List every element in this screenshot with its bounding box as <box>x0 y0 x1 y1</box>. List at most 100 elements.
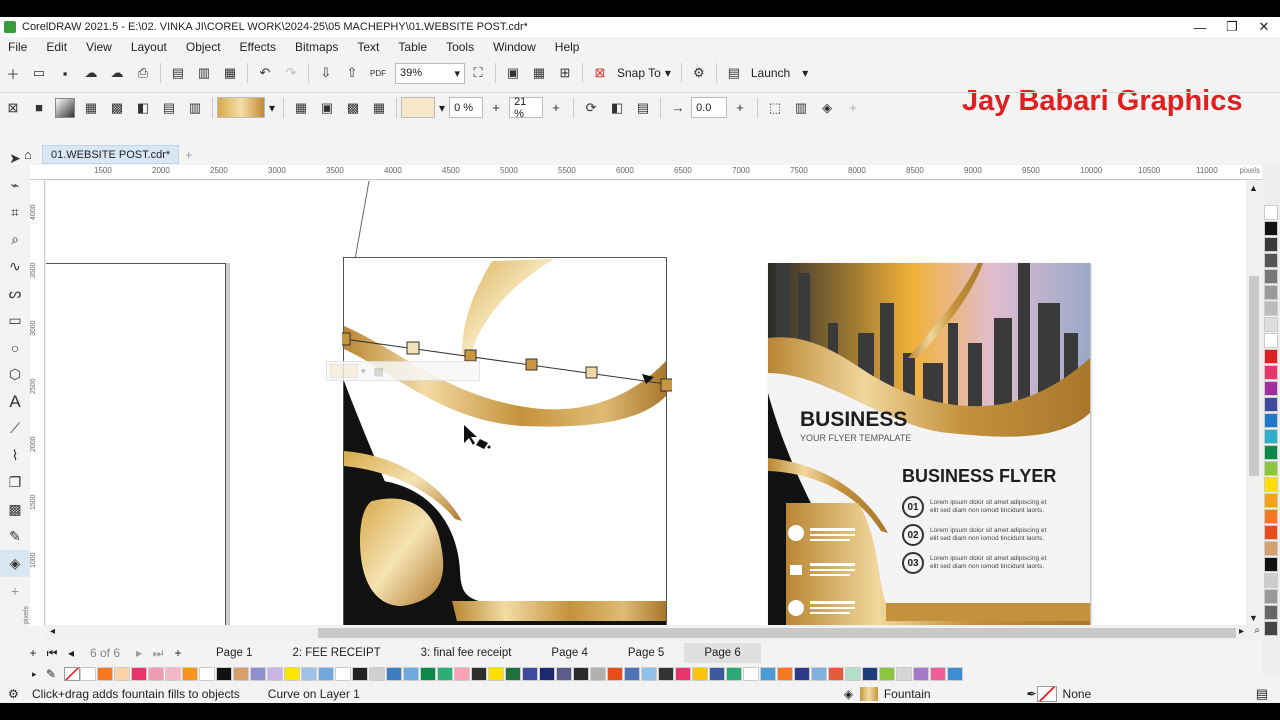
two-color-pattern-icon[interactable]: ◧ <box>133 98 153 118</box>
page-tab[interactable]: Page 1 <box>196 643 272 663</box>
color-swatch[interactable] <box>199 667 215 681</box>
color-swatch[interactable] <box>1264 397 1278 412</box>
postscript-fill-icon[interactable]: ▥ <box>185 98 205 118</box>
color-swatch[interactable] <box>828 667 844 681</box>
horizontal-color-palette[interactable]: ▸ ✎ <box>32 665 1262 683</box>
working-artwork[interactable] <box>342 181 672 625</box>
page-tab[interactable]: 2: FEE RECEIPT <box>272 643 400 663</box>
export-icon[interactable]: ⇧ <box>342 63 362 83</box>
fill-color-node[interactable] <box>525 358 538 371</box>
document-tab[interactable]: 01.WEBSITE POST.cdr* <box>42 145 180 164</box>
cloud-upload-icon[interactable]: ☁ <box>107 63 127 83</box>
menu-layout[interactable]: Layout <box>131 40 167 54</box>
previous-page-icon[interactable]: ◂ <box>62 646 80 660</box>
dynamic-guides-icon[interactable]: ⊠ <box>590 63 610 83</box>
menu-view[interactable]: View <box>86 40 112 54</box>
color-swatch[interactable] <box>777 667 793 681</box>
color-swatch[interactable] <box>1264 269 1278 284</box>
fill-color-node[interactable] <box>585 366 598 379</box>
fill-picker[interactable] <box>217 97 265 118</box>
mirror-repeat-icon[interactable]: ◧ <box>607 98 627 118</box>
new-tab-icon[interactable]: + <box>185 148 192 162</box>
scroll-right-icon[interactable]: ▸ <box>1239 626 1244 637</box>
undo-icon[interactable]: ↶ <box>255 63 275 83</box>
text-tool-icon[interactable]: A <box>0 388 30 415</box>
cloud-download-icon[interactable]: ☁ <box>81 63 101 83</box>
add-page-end-icon[interactable]: + <box>168 646 188 660</box>
flyer-preview[interactable]: BUSINESS YOUR FLYER TEMPALATE BUSINESS F… <box>768 263 1090 625</box>
next-page-icon[interactable]: ▸ <box>130 646 148 660</box>
launch-button[interactable]: Launch <box>751 66 790 80</box>
color-swatch[interactable] <box>1264 557 1278 572</box>
transparency-tool-icon[interactable]: ▩ <box>0 496 30 523</box>
menu-file[interactable]: File <box>8 40 27 54</box>
color-swatch[interactable] <box>607 667 623 681</box>
paste-icon[interactable]: ▦ <box>220 63 240 83</box>
color-swatch[interactable] <box>386 667 402 681</box>
zoom-icon[interactable]: ⌕ <box>1254 625 1260 636</box>
interactive-fill-tool-icon[interactable]: ◈ <box>0 550 30 577</box>
last-page-icon[interactable]: ⏭ <box>148 646 168 661</box>
maximize-button[interactable]: ❐ <box>1216 17 1248 37</box>
color-swatch[interactable] <box>760 667 776 681</box>
elliptical-fountain-icon[interactable]: ▣ <box>317 98 337 118</box>
zoom-tool-icon[interactable]: ⌕ <box>0 226 30 253</box>
color-swatch[interactable] <box>505 667 521 681</box>
page-tab[interactable]: 3: final fee receipt <box>401 643 532 663</box>
color-swatch[interactable] <box>267 667 283 681</box>
color-swatch[interactable] <box>301 667 317 681</box>
connector-tool-icon[interactable]: ⌇ <box>0 442 30 469</box>
color-swatch[interactable] <box>539 667 555 681</box>
color-swatch[interactable] <box>658 667 674 681</box>
menu-tools[interactable]: Tools <box>446 40 474 54</box>
menu-text[interactable]: Text <box>357 40 379 54</box>
rectangle-tool-icon[interactable]: ▭ <box>0 307 30 334</box>
color-swatch[interactable] <box>590 667 606 681</box>
first-page-icon[interactable]: ⏮ <box>42 646 62 661</box>
page-tab[interactable]: Page 5 <box>608 643 684 663</box>
redo-icon[interactable]: ↷ <box>281 63 301 83</box>
color-swatch[interactable] <box>318 667 334 681</box>
publish-pdf-icon[interactable]: PDF <box>368 63 388 83</box>
color-swatch[interactable] <box>624 667 640 681</box>
menu-bitmaps[interactable]: Bitmaps <box>295 40 338 54</box>
drawing-canvas[interactable]: ▾ ▩ BUSINESS YOUR FLYER TEMPALATE BUSINE… <box>46 181 1248 625</box>
color-swatch[interactable] <box>1264 509 1278 524</box>
color-swatch[interactable] <box>709 667 725 681</box>
chevron-down-icon[interactable]: ▾ <box>802 66 808 80</box>
zoom-level-field[interactable]: 39% ▾ <box>395 62 465 84</box>
color-swatch[interactable] <box>1264 333 1278 348</box>
menu-edit[interactable]: Edit <box>46 40 67 54</box>
color-swatch[interactable] <box>930 667 946 681</box>
free-scale-icon[interactable]: ⬚ <box>765 98 785 118</box>
show-guidelines-icon[interactable]: ⊞ <box>555 63 575 83</box>
add-icon[interactable]: + <box>843 98 863 118</box>
color-swatch[interactable] <box>1264 429 1278 444</box>
color-swatch[interactable] <box>692 667 708 681</box>
color-swatch[interactable] <box>1264 253 1278 268</box>
fill-color-node[interactable] <box>406 341 420 355</box>
color-swatch[interactable] <box>284 667 300 681</box>
fill-bucket-icon[interactable]: ◈ <box>817 98 837 118</box>
linear-fountain-icon[interactable]: ▦ <box>291 98 311 118</box>
parallel-dimension-tool-icon[interactable]: ⟋ <box>0 415 30 442</box>
color-swatch[interactable] <box>794 667 810 681</box>
page-tab-active[interactable]: Page 6 <box>684 643 761 663</box>
color-swatch[interactable] <box>1264 381 1278 396</box>
color-swatch[interactable] <box>1264 221 1278 236</box>
vertical-ruler[interactable]: 4000 3500 3000 2500 2000 1500 1000 pixels <box>23 180 45 626</box>
color-swatch[interactable] <box>1264 445 1278 460</box>
drop-shadow-tool-icon[interactable]: ❐ <box>0 469 30 496</box>
menu-table[interactable]: Table <box>398 40 427 54</box>
vertical-color-palette[interactable] <box>1262 165 1280 675</box>
color-swatch[interactable] <box>233 667 249 681</box>
node-floating-toolbar[interactable]: ▾ ▩ <box>326 361 480 381</box>
node-color-swatch[interactable] <box>401 97 436 118</box>
page-tab[interactable]: Page 4 <box>531 643 607 663</box>
edit-fill-icon[interactable]: ▤ <box>633 98 653 118</box>
color-swatch[interactable] <box>369 667 385 681</box>
settings-gear-icon[interactable]: ⚙ <box>8 687 26 701</box>
color-swatch[interactable] <box>335 667 351 681</box>
plus-icon[interactable]: + <box>546 98 566 118</box>
chevron-down-icon[interactable]: ▾ <box>665 66 671 80</box>
